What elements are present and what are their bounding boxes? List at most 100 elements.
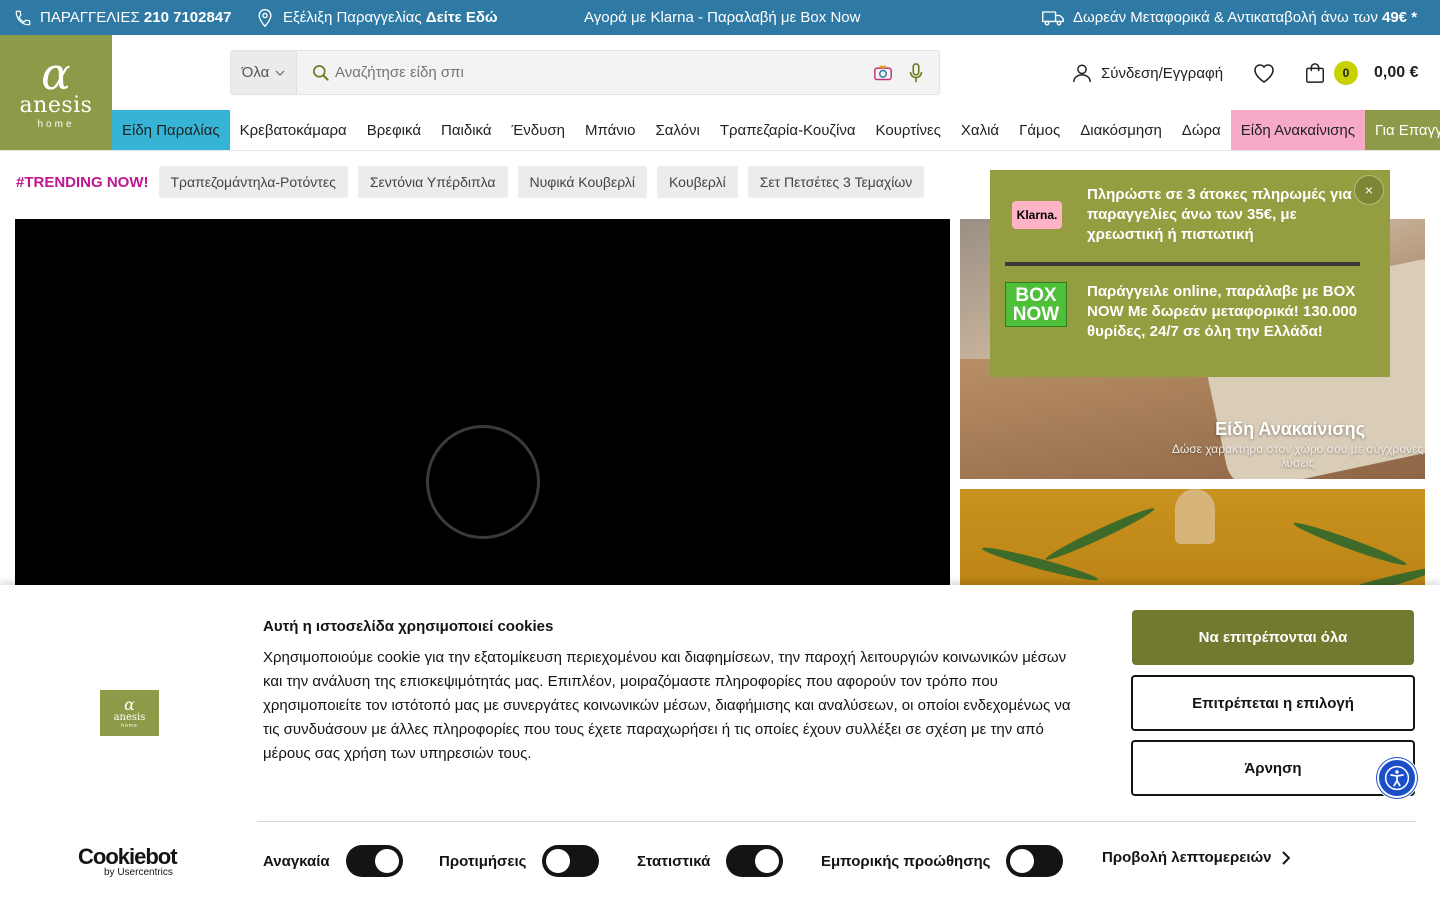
banner-lamp-image bbox=[1175, 489, 1215, 544]
chevron-right-icon bbox=[1281, 850, 1290, 865]
top-info-bar: ΠΑΡΑΓΓΕΛΙΕΣ 210 7102847 Εξέλιξη Παραγγελ… bbox=[0, 0, 1440, 35]
orders-phone-info[interactable]: ΠΑΡΑΓΓΕΛΙΕΣ 210 7102847 bbox=[14, 0, 232, 35]
logo-sub: home bbox=[37, 119, 75, 130]
show-details-link[interactable]: Προβολή λεπτομερειών bbox=[1102, 849, 1290, 866]
nav-divider bbox=[0, 150, 1440, 151]
cart-count-badge: 0 bbox=[1334, 61, 1358, 85]
payment-promo-popup: × Klarna. Πληρώστε σε 3 άτοκες πληρωμές … bbox=[990, 170, 1390, 377]
chevron-down-icon bbox=[275, 70, 285, 76]
hero-video[interactable] bbox=[15, 219, 950, 619]
heart-icon bbox=[1254, 64, 1274, 83]
toggle-preferences-label: Προτιμήσεις bbox=[439, 852, 527, 870]
nav-item-bedroom[interactable]: Κρεβατοκάμαρα bbox=[230, 110, 357, 150]
renovation-banner-subtitle: Δώσε χαρακτήρα στον χώρο σου με σύγχρονε… bbox=[1171, 442, 1424, 470]
nav-item-bathroom[interactable]: Μπάνιο bbox=[575, 110, 645, 150]
toggle-statistics-label: Στατιστικά bbox=[637, 852, 711, 870]
trending-chip[interactable]: Σεντόνια Υπέρδιπλα bbox=[357, 166, 508, 198]
tracking-link-text[interactable]: Δείτε Εδώ bbox=[426, 9, 498, 26]
nav-item-wedding[interactable]: Γάμος bbox=[1009, 110, 1070, 150]
banner-plant-image bbox=[980, 543, 1100, 585]
promo-divider bbox=[1005, 262, 1360, 266]
nav-item-curtains[interactable]: Κουρτίνες bbox=[866, 110, 951, 150]
shipping-info: Δωρεάν Μεταφορικά & Αντικαταβολή άνω των… bbox=[1041, 0, 1417, 35]
accessibility-button[interactable] bbox=[1375, 756, 1419, 800]
logo-mark-icon: ɑ bbox=[124, 694, 135, 714]
boxnow-logo-line2: NOW bbox=[1012, 304, 1060, 325]
user-icon bbox=[1073, 64, 1091, 83]
toggle-preferences-group: Προτιμήσεις bbox=[439, 845, 600, 877]
trending-chip[interactable]: Νυφικά Κουβερλί bbox=[517, 166, 648, 198]
banner-plant-image bbox=[1043, 504, 1157, 564]
order-tracking-link[interactable]: Εξέλιξη Παραγγελίας Δείτε Εδώ bbox=[255, 0, 498, 35]
klarna-logo: Klarna. bbox=[1012, 201, 1062, 229]
cookiebot-logo: Cookiebot by Usercentrics bbox=[78, 844, 178, 878]
cookiebot-name: Cookiebot bbox=[78, 844, 178, 869]
toggle-statistics[interactable] bbox=[726, 845, 784, 877]
trending-chip[interactable]: Κουβερλί bbox=[657, 166, 738, 198]
klarna-info-text: Αγορά με Klarna - Παραλαβή με Box Now bbox=[584, 9, 861, 26]
nav-item-renovation[interactable]: Είδη Ανακαίνισης bbox=[1230, 110, 1365, 150]
cookie-logo-brand: anesis bbox=[113, 711, 146, 723]
deny-button[interactable]: Άρνηση bbox=[1131, 740, 1415, 796]
search-input[interactable] bbox=[331, 64, 873, 81]
site-logo[interactable]: ɑ anesis home bbox=[0, 35, 112, 150]
boxnow-logo: BOX NOW bbox=[1005, 282, 1067, 327]
nav-item-clothing[interactable]: Ένδυση bbox=[502, 110, 575, 150]
toggle-preferences[interactable] bbox=[542, 845, 600, 877]
shipping-text: Δωρεάν Μεταφορικά & Αντικαταβολή άνω των bbox=[1073, 9, 1378, 26]
orders-label: ΠΑΡΑΓΓΕΛΙΕΣ bbox=[40, 9, 140, 26]
truck-icon bbox=[1042, 10, 1064, 26]
shopping-bag-icon bbox=[1306, 63, 1324, 83]
logo-brand: anesis bbox=[19, 93, 93, 118]
nav-item-baby[interactable]: Βρεφικά bbox=[357, 110, 431, 150]
search-category-select[interactable]: Όλα bbox=[231, 51, 297, 94]
cart-button[interactable]: 0 0,00 € bbox=[1304, 58, 1418, 88]
loading-spinner-icon bbox=[426, 425, 540, 539]
toggle-marketing-group: Εμπορικής προώθησης bbox=[821, 845, 1064, 877]
phone-icon bbox=[15, 10, 31, 25]
cart-total: 0,00 € bbox=[1374, 64, 1419, 81]
klarna-promo-text: Πληρώστε σε 3 άτοκες πληρωμές για παραγγ… bbox=[1087, 186, 1352, 243]
banner-plant-image bbox=[1291, 518, 1409, 570]
nav-item-gifts[interactable]: Δώρα bbox=[1172, 110, 1231, 150]
nav-item-professionals[interactable]: Για Επαγγ bbox=[1365, 110, 1440, 150]
camera-search-icon[interactable] bbox=[873, 64, 893, 82]
trending-chip[interactable]: Σετ Πετσέτες 3 Τεμαχίων bbox=[747, 166, 925, 198]
toggle-marketing[interactable] bbox=[1006, 845, 1064, 877]
nav-item-living-room[interactable]: Σαλόνι bbox=[645, 110, 709, 150]
trending-bar: #TRENDING NOW! Τραπεζομάντηλα-Ροτόντες Σ… bbox=[16, 166, 934, 198]
trending-label: #TRENDING NOW! bbox=[16, 173, 149, 191]
boxnow-promo-text: Παράγγειλε online, παράλαβε με BOX NOW Μ… bbox=[1087, 283, 1358, 340]
toggle-necessary[interactable] bbox=[345, 845, 403, 877]
nav-item-beach[interactable]: Είδη Παραλίας bbox=[112, 110, 230, 150]
renovation-banner-title: Είδη Ανακαίνισης bbox=[1215, 419, 1365, 439]
location-pin-icon bbox=[258, 8, 272, 27]
wishlist-button[interactable] bbox=[1252, 58, 1276, 88]
boxnow-logo-line1: BOX bbox=[1015, 285, 1057, 306]
allow-all-button[interactable]: Να επιτρέπονται όλα bbox=[1132, 610, 1414, 665]
toggle-necessary-group: Αναγκαία bbox=[263, 845, 403, 877]
cookie-description: Χρησιμοποιούμε cookie για την εξατομίκευ… bbox=[263, 649, 1071, 762]
toggle-statistics-group: Στατιστικά bbox=[637, 845, 784, 877]
trending-chip[interactable]: Τραπεζομάντηλα-Ροτόντες bbox=[158, 166, 348, 198]
cookie-title: Αυτή η ιστοσελίδα χρησιμοποιεί cookies bbox=[263, 618, 554, 635]
toggle-necessary-label: Αναγκαία bbox=[263, 852, 330, 870]
nav-item-decoration[interactable]: Διακόσμηση bbox=[1070, 110, 1172, 150]
cookie-divider bbox=[257, 821, 1416, 822]
klarna-info: Αγορά με Klarna - Παραλαβή με Box Now bbox=[584, 0, 860, 35]
cookie-site-logo: ɑ anesis home bbox=[100, 690, 159, 736]
orders-phone: 210 7102847 bbox=[143, 9, 232, 26]
search-category-value: Όλα bbox=[241, 64, 270, 81]
search-icon bbox=[313, 64, 329, 81]
login-link[interactable]: Σύνδεση/Εγγραφή bbox=[1071, 58, 1223, 88]
allow-selection-button[interactable]: Επιτρέπεται η επιλογή bbox=[1131, 675, 1415, 731]
login-label: Σύνδεση/Εγγραφή bbox=[1101, 64, 1224, 82]
tracking-label: Εξέλιξη Παραγγελίας bbox=[283, 9, 422, 26]
accessibility-icon bbox=[1384, 765, 1410, 791]
shipping-amount: 49€ * bbox=[1382, 9, 1418, 26]
nav-item-kids[interactable]: Παιδικά bbox=[431, 110, 502, 150]
nav-item-rugs[interactable]: Χαλιά bbox=[951, 110, 1009, 150]
nav-item-dining-kitchen[interactable]: Τραπεζαρία-Κουζίνα bbox=[710, 110, 866, 150]
microphone-icon[interactable] bbox=[909, 62, 923, 83]
show-details-label: Προβολή λεπτομερειών bbox=[1102, 849, 1272, 866]
